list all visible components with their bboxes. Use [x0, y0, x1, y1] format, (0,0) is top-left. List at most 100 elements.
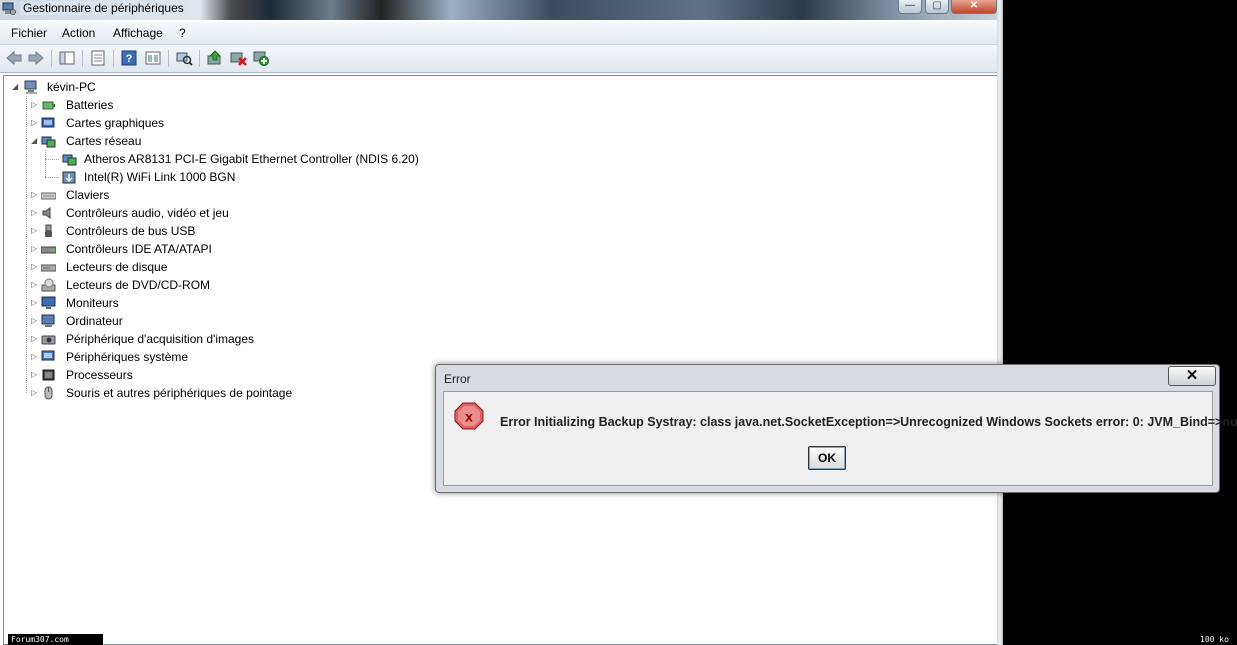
tree-root-row[interactable]: ◢ kévin-PC: [12, 78, 312, 96]
tree-category-label: Souris et autres périphériques de pointa…: [66, 386, 293, 400]
disk-drive-icon: [41, 264, 56, 272]
svg-text:x: x: [465, 409, 473, 425]
battery-icon: [42, 101, 55, 110]
expand-arrow-icon[interactable]: ▷: [31, 96, 39, 114]
view-icon[interactable]: [144, 50, 162, 66]
device-manager-window: Gestionnaire de périphériques — ▢ ✕ Fich…: [0, 0, 1003, 645]
tree-category-row[interactable]: ▷ Batteries: [31, 96, 531, 114]
window-title: Gestionnaire de périphériques: [20, 1, 187, 15]
show-hide-tree-icon[interactable]: [58, 50, 76, 66]
error-icon: x: [454, 402, 484, 430]
tree-category-label: Contrôleurs audio, vidéo et jeu: [66, 206, 229, 220]
tree-category-row[interactable]: ▷ Contrôleurs de bus USB: [31, 222, 531, 240]
forward-arrow-icon[interactable]: [27, 50, 45, 66]
expand-arrow-icon[interactable]: ▷: [31, 114, 39, 132]
properties-icon[interactable]: [89, 50, 107, 66]
help-icon[interactable]: ?: [120, 50, 138, 66]
window-border: [997, 0, 1003, 645]
back-arrow-icon[interactable]: [5, 50, 23, 66]
expand-arrow-icon[interactable]: ▷: [31, 276, 39, 294]
tree-category-row[interactable]: ▷ Périphérique d'acquisition d'images: [31, 330, 531, 348]
ok-button[interactable]: OK: [808, 446, 846, 470]
expand-arrow-icon[interactable]: ▷: [31, 294, 39, 312]
tree-category-label: Batteries: [66, 98, 114, 112]
menu-action[interactable]: Action: [62, 26, 95, 40]
tree-category-row[interactable]: ▷ Ordinateur: [31, 312, 531, 330]
tree-device-row[interactable]: Atheros AR8131 PCI-E Gigabit Ethernet Co…: [62, 150, 562, 168]
expand-arrow-icon[interactable]: ▷: [31, 312, 39, 330]
computer-icon: [41, 314, 55, 327]
uninstall-icon[interactable]: [229, 50, 247, 66]
tree-category-row[interactable]: ▷ Moniteurs: [31, 294, 531, 312]
menu-fichier[interactable]: Fichier: [11, 26, 47, 40]
expand-arrow-icon[interactable]: ▷: [31, 222, 39, 240]
speaker-icon: [42, 207, 51, 219]
error-message: Error Initializing Backup Systray: class…: [500, 415, 1237, 429]
tree-category-label: Moniteurs: [66, 296, 119, 310]
error-dialog: Error ✕ x Error Initializing Backup Syst…: [435, 364, 1237, 493]
tree-device-label: Intel(R) WiFi Link 1000 BGN: [84, 170, 236, 184]
dialog-title: Error: [444, 372, 471, 386]
tree-category-label: Cartes graphiques: [66, 116, 165, 130]
tree-category-row[interactable]: ▷ Contrôleurs audio, vidéo et jeu: [31, 204, 531, 222]
enable-device-icon[interactable]: [252, 50, 270, 66]
tree-category-label: Périphérique d'acquisition d'images: [66, 332, 255, 346]
dialog-body: x Error Initializing Backup Systray: cla…: [443, 391, 1237, 486]
tree-category-label: Contrôleurs IDE ATA/ATAPI: [66, 242, 212, 256]
device-manager-app-icon: [2, 2, 16, 15]
processor-icon: [42, 369, 55, 381]
minimize-button[interactable]: —: [898, 0, 922, 14]
tree-device-row[interactable]: Intel(R) WiFi Link 1000 BGN: [62, 168, 562, 186]
maximize-button[interactable]: ▢: [925, 0, 949, 14]
monitor-icon: [41, 296, 56, 309]
collapse-arrow-icon[interactable]: ◢: [12, 78, 20, 96]
computer-icon: [24, 80, 37, 94]
tree-category-label: Processeurs: [66, 368, 133, 382]
mouse-icon: [44, 386, 53, 400]
expand-arrow-icon[interactable]: ▷: [31, 366, 39, 384]
expand-arrow-icon[interactable]: ▷: [31, 384, 39, 402]
tree-category-row[interactable]: ▷ Claviers: [31, 186, 531, 204]
ide-controller-icon: [41, 246, 56, 254]
svg-text:?: ?: [126, 53, 133, 65]
camera-icon: [41, 335, 56, 345]
tree-category-row[interactable]: ▷ Lecteurs de DVD/CD-ROM: [31, 276, 531, 294]
tree-category-label: Lecteurs de DVD/CD-ROM: [66, 278, 211, 292]
expand-arrow-icon[interactable]: ▷: [31, 186, 39, 204]
tree-category-row[interactable]: ▷ Cartes graphiques: [31, 114, 531, 132]
display-adapter-icon: [41, 117, 55, 128]
network-card-icon: [62, 154, 77, 166]
tree-category-label: Ordinateur: [66, 314, 123, 328]
collapse-arrow-icon[interactable]: ◢: [31, 132, 39, 150]
keyboard-icon: [41, 192, 56, 200]
expand-arrow-icon[interactable]: ▷: [31, 348, 39, 366]
tree-category-row[interactable]: ◢ Cartes réseau: [31, 132, 531, 150]
tree-category-label: Claviers: [66, 188, 110, 202]
tree-category-row[interactable]: ▷ Contrôleurs IDE ATA/ATAPI: [31, 240, 531, 258]
tree-category-label: Lecteurs de disque: [66, 260, 168, 274]
expand-arrow-icon[interactable]: ▷: [31, 204, 39, 222]
expand-arrow-icon[interactable]: ▷: [31, 330, 39, 348]
watermark-size: 100 ko: [1200, 635, 1229, 644]
device-tree[interactable]: ◢ kévin-PC ▷ Batteries ▷ Cartes graphiques ◢…: [3, 75, 999, 645]
usb-icon: [45, 224, 52, 237]
tree-device-label: Atheros AR8131 PCI-E Gigabit Ethernet Co…: [84, 152, 419, 166]
toolbar: ?: [0, 45, 1003, 73]
wifi-card-icon: [62, 171, 76, 184]
network-adapter-icon: [41, 136, 56, 148]
menu-affichage[interactable]: Affichage: [113, 26, 163, 40]
dvd-drive-icon: [41, 278, 56, 292]
close-window-button[interactable]: ✕: [951, 0, 997, 14]
menu-help[interactable]: ?: [179, 26, 186, 40]
title-bar[interactable]: Gestionnaire de périphériques — ▢ ✕: [0, 0, 1003, 20]
tree-category-row[interactable]: ▷ Lecteurs de disque: [31, 258, 531, 276]
expand-arrow-icon[interactable]: ▷: [31, 240, 39, 258]
update-driver-icon[interactable]: [206, 50, 224, 66]
menu-bar: Fichier Action Affichage ?: [0, 22, 1003, 45]
dialog-close-button[interactable]: ✕: [1168, 366, 1216, 386]
expand-arrow-icon[interactable]: ▷: [31, 258, 39, 276]
tree-category-label: Périphériques système: [66, 350, 189, 364]
scan-hardware-icon[interactable]: [175, 50, 193, 66]
tree-category-label: Contrôleurs de bus USB: [66, 224, 196, 238]
tree-category-label: Cartes réseau: [66, 134, 142, 148]
